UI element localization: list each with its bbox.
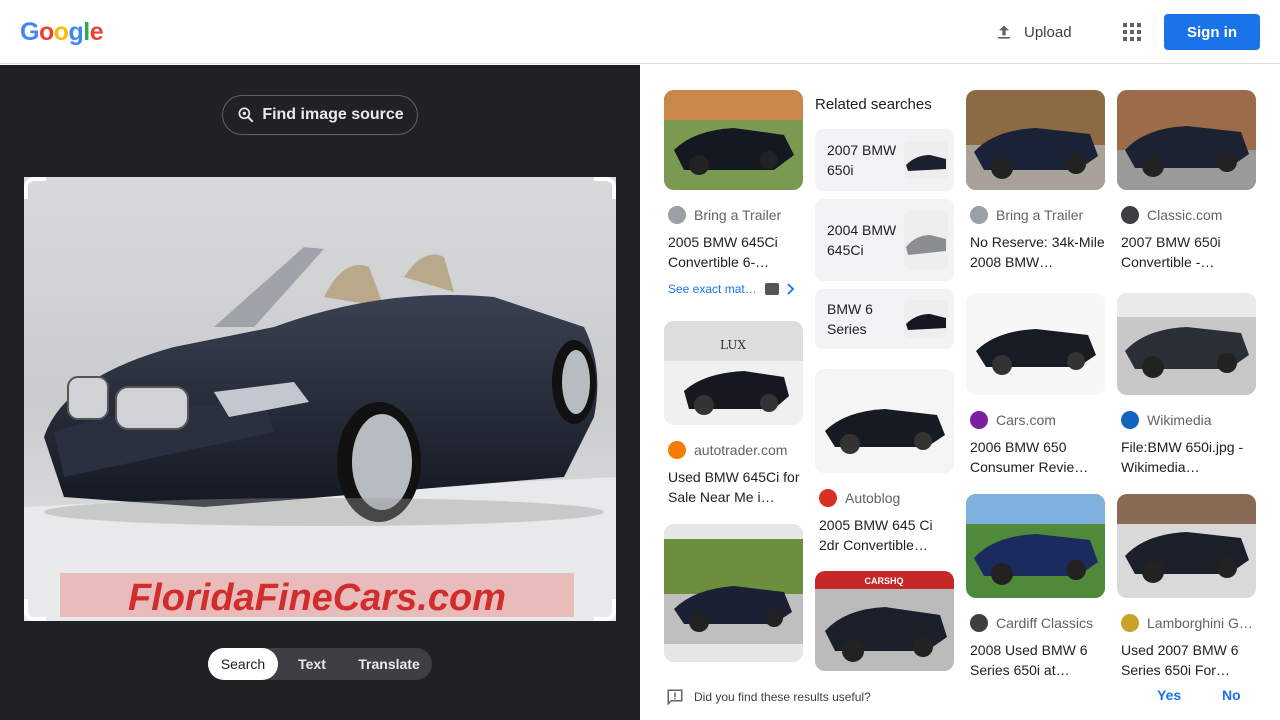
apps-button[interactable]: [1118, 16, 1146, 48]
result-card[interactable]: Lamborghini G… Used 2007 BMW 6 Series 65…: [1117, 494, 1256, 680]
logo-letter: g: [68, 18, 84, 46]
google-logo[interactable]: Google: [20, 18, 104, 47]
site-favicon-icon: [970, 614, 988, 632]
tab-search[interactable]: Search: [208, 648, 278, 680]
result-thumbnail[interactable]: [664, 90, 803, 190]
query-image-panel: Find image source FloridaFineCars.com Se…: [0, 65, 640, 720]
result-card[interactable]: Bring a Trailer 2005 BMW 645Ci Convertib…: [664, 90, 803, 296]
upload-label: Upload: [1024, 23, 1072, 41]
sign-in-button[interactable]: Sign in: [1164, 14, 1260, 50]
logo-letter: o: [53, 18, 69, 46]
results-panel: Bring a Trailer 2005 BMW 645Ci Convertib…: [640, 65, 1280, 720]
related-search-item[interactable]: 2007 BMW 650i: [815, 129, 954, 191]
related-search-thumb: [904, 300, 948, 338]
site-favicon-icon: [668, 206, 686, 224]
result-source: Cars.com: [970, 411, 1105, 429]
result-title[interactable]: 2006 BMW 650 Consumer Revie…: [970, 437, 1105, 477]
result-thumbnail[interactable]: CARSHQ: [815, 571, 954, 671]
result-thumbnail[interactable]: [815, 369, 954, 473]
site-favicon-icon: [819, 489, 837, 507]
tab-translate[interactable]: Translate: [346, 648, 432, 680]
result-thumbnail[interactable]: [966, 293, 1105, 395]
chevron-right-icon: [787, 283, 794, 295]
result-title[interactable]: 2005 BMW 645 Ci 2dr Convertible…: [819, 515, 954, 555]
result-thumbnail[interactable]: [966, 494, 1105, 598]
related-searches-heading: Related searches: [815, 96, 932, 113]
find-image-source-button[interactable]: Find image source: [222, 95, 418, 135]
apps-grid-icon: [1123, 23, 1141, 41]
feedback-icon: [667, 689, 683, 706]
result-title[interactable]: Used BMW 645Ci for Sale Near Me i…: [668, 467, 803, 507]
crop-handle-top-right[interactable]: [594, 177, 616, 199]
logo-letter: G: [20, 18, 39, 46]
exact-match-thumb: [764, 283, 779, 295]
logo-letter: o: [38, 18, 54, 46]
result-source: Bring a Trailer: [970, 206, 1105, 224]
result-source: Wikimedia: [1121, 411, 1256, 429]
result-thumbnail[interactable]: [1117, 293, 1256, 395]
crop-handle-bottom-right[interactable]: [594, 599, 616, 621]
result-thumbnail[interactable]: [664, 524, 803, 662]
result-thumbnail[interactable]: [966, 90, 1105, 190]
svg-text:LUX: LUX: [720, 338, 746, 352]
result-card[interactable]: Autoblog 2005 BMW 645 Ci 2dr Convertible…: [815, 369, 954, 555]
upload-button[interactable]: Upload: [984, 14, 1082, 50]
result-thumbnail[interactable]: [1117, 494, 1256, 598]
result-card[interactable]: LUX autotrader.com Used BMW 645Ci for Sa…: [664, 321, 803, 507]
lens-mode-tabs: Search Text Translate: [208, 648, 432, 680]
result-title[interactable]: 2008 Used BMW 6 Series 650i at…: [970, 640, 1105, 680]
result-title[interactable]: 2007 BMW 650i Convertible -…: [1121, 232, 1256, 272]
feedback-bar: Did you find these results useful? Yes N…: [640, 675, 1280, 720]
result-card[interactable]: Bring a Trailer No Reserve: 34k-Mile 200…: [966, 90, 1105, 272]
result-card[interactable]: [664, 524, 803, 662]
result-source: Lamborghini G…: [1121, 614, 1256, 632]
dealer-sign-text: CARSHQ: [864, 576, 903, 586]
related-search-item[interactable]: BMW 6 Series: [815, 289, 954, 349]
result-source: Autoblog: [819, 489, 954, 507]
crop-handle-top-left[interactable]: [24, 177, 46, 199]
feedback-no-button[interactable]: No: [1222, 687, 1241, 703]
related-search-thumb: [904, 141, 948, 179]
site-favicon-icon: [970, 206, 988, 224]
site-favicon-icon: [970, 411, 988, 429]
site-favicon-icon: [668, 441, 686, 459]
see-exact-matches-link[interactable]: See exact mat…: [668, 282, 803, 296]
result-title[interactable]: No Reserve: 34k-Mile 2008 BMW…: [970, 232, 1105, 272]
result-source: Bring a Trailer: [668, 206, 803, 224]
crop-handle-bottom-left[interactable]: [24, 599, 46, 621]
car-photo: FloridaFineCars.com: [24, 177, 616, 621]
result-title[interactable]: Used 2007 BMW 6 Series 650i For…: [1121, 640, 1256, 680]
logo-letter: e: [89, 18, 104, 46]
watermark-text: FloridaFineCars.com: [128, 577, 506, 619]
result-card[interactable]: CARSHQ: [815, 571, 954, 671]
find-image-source-label: Find image source: [262, 106, 404, 123]
result-card[interactable]: Classic.com 2007 BMW 650i Convertible -…: [1117, 90, 1256, 272]
result-title[interactable]: 2005 BMW 645Ci Convertible 6-…: [668, 232, 803, 272]
feedback-yes-button[interactable]: Yes: [1157, 687, 1181, 703]
site-favicon-icon: [1121, 411, 1139, 429]
result-source: Cardiff Classics: [970, 614, 1105, 632]
site-favicon-icon: [1121, 206, 1139, 224]
result-title[interactable]: File:BMW 650i.jpg - Wikimedia…: [1121, 437, 1256, 477]
site-favicon-icon: [1121, 614, 1139, 632]
result-source: autotrader.com: [668, 441, 803, 459]
result-thumbnail[interactable]: LUX: [664, 321, 803, 425]
upload-icon: [998, 25, 1010, 39]
feedback-question: Did you find these results useful?: [694, 690, 871, 704]
result-source: Classic.com: [1121, 206, 1256, 224]
result-thumbnail[interactable]: [1117, 90, 1256, 190]
header: Google Upload Sign in: [0, 0, 1280, 64]
result-card[interactable]: Cars.com 2006 BMW 650 Consumer Revie…: [966, 293, 1105, 477]
tab-text[interactable]: Text: [278, 648, 346, 680]
related-search-thumb: [904, 211, 948, 269]
related-search-item[interactable]: 2004 BMW 645Ci: [815, 199, 954, 281]
lens-search-icon: [238, 107, 254, 123]
result-card[interactable]: Wikimedia File:BMW 650i.jpg - Wikimedia…: [1117, 293, 1256, 477]
result-card[interactable]: Cardiff Classics 2008 Used BMW 6 Series …: [966, 494, 1105, 680]
query-image[interactable]: FloridaFineCars.com: [24, 177, 616, 621]
